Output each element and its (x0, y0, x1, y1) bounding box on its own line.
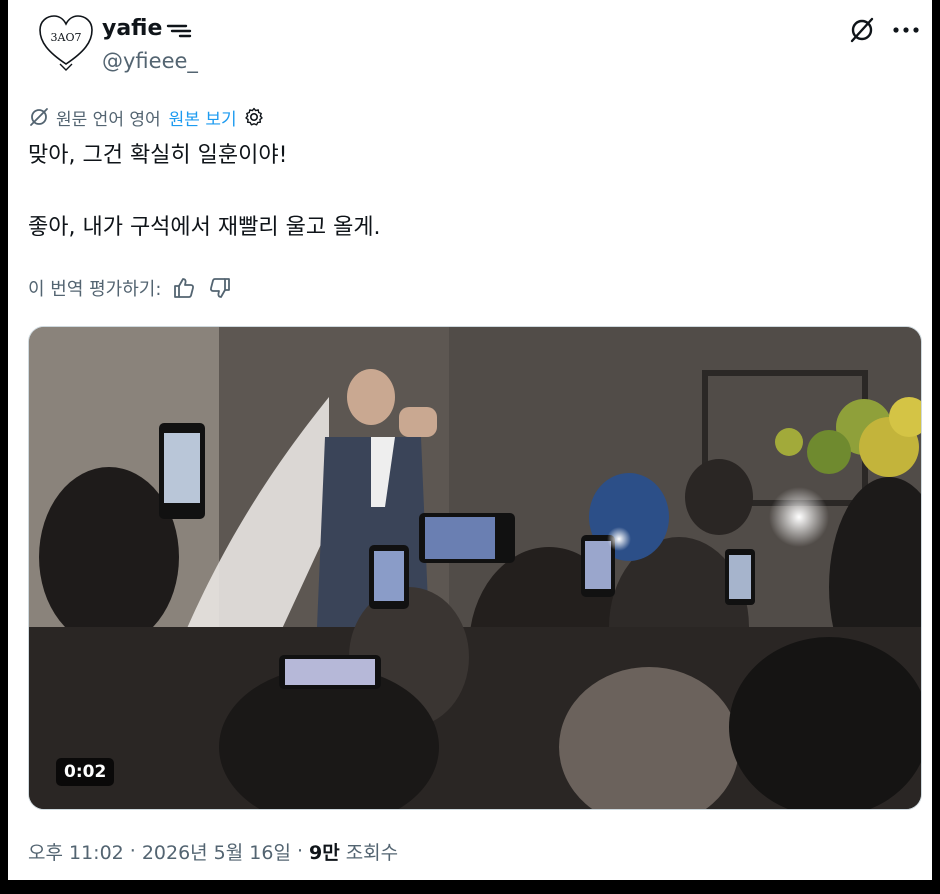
tweet-text-line-2: 좋아, 내가 구석에서 재빨리 울고 올게. (28, 215, 381, 240)
post-date[interactable]: 2026년 5월 16일 (142, 838, 291, 865)
show-original-link[interactable]: 원본 보기 (169, 105, 237, 130)
views-label: 조회수 (345, 841, 399, 864)
tweet-text: 맞아, 그건 확실히 일훈이야! 좋아, 내가 구석에서 재빨리 울고 올게. (28, 140, 908, 244)
slashed-circle-icon (850, 17, 874, 43)
thumbs-down-button[interactable] (207, 275, 233, 301)
more-options-button[interactable] (888, 14, 924, 46)
gear-icon[interactable] (243, 106, 265, 128)
grok-button[interactable] (846, 14, 878, 46)
views-count: 9만 (309, 841, 340, 864)
meta-separator: · (129, 840, 136, 862)
source-language-label: 원문 언어 영어 (56, 109, 161, 130)
video-player[interactable] (28, 326, 922, 810)
tweet-text-line-1: 맞아, 그건 확실히 일훈이야! (28, 143, 288, 168)
name-emoji-icon (166, 24, 192, 38)
post-time[interactable]: 오후 11:02 (28, 838, 124, 865)
thumbs-up-icon (174, 278, 195, 298)
thumbs-down-icon (210, 278, 231, 298)
rate-translation-label: 이 번역 평가하기: (28, 279, 162, 300)
author-display-name[interactable]: yafie (102, 16, 162, 42)
tweet-meta: 오후 11:02 · 2026년 5월 16일 · 9만 조회수 (28, 836, 398, 866)
translation-info: 원문 언어 영어 원본 보기 (28, 104, 265, 130)
author-handle[interactable]: @yfieee_ (102, 48, 198, 74)
tweet-card: 3AO7 yafie @yfieee_ 원문 언어 영어 원본 보기 맞아, 그… (8, 0, 932, 880)
more-horizontal-icon (893, 27, 919, 33)
translate-icon (30, 108, 48, 126)
rate-translation: 이 번역 평가하기: (28, 274, 233, 302)
video-duration-badge: 0:02 (56, 758, 115, 786)
avatar-heart-icon: 3AO7 (39, 15, 93, 71)
thumbs-up-button[interactable] (171, 275, 197, 301)
avatar[interactable]: 3AO7 (36, 12, 96, 72)
meta-separator: · (296, 840, 303, 862)
avatar-text: 3AO7 (51, 31, 82, 44)
video-thumbnail (29, 327, 921, 809)
